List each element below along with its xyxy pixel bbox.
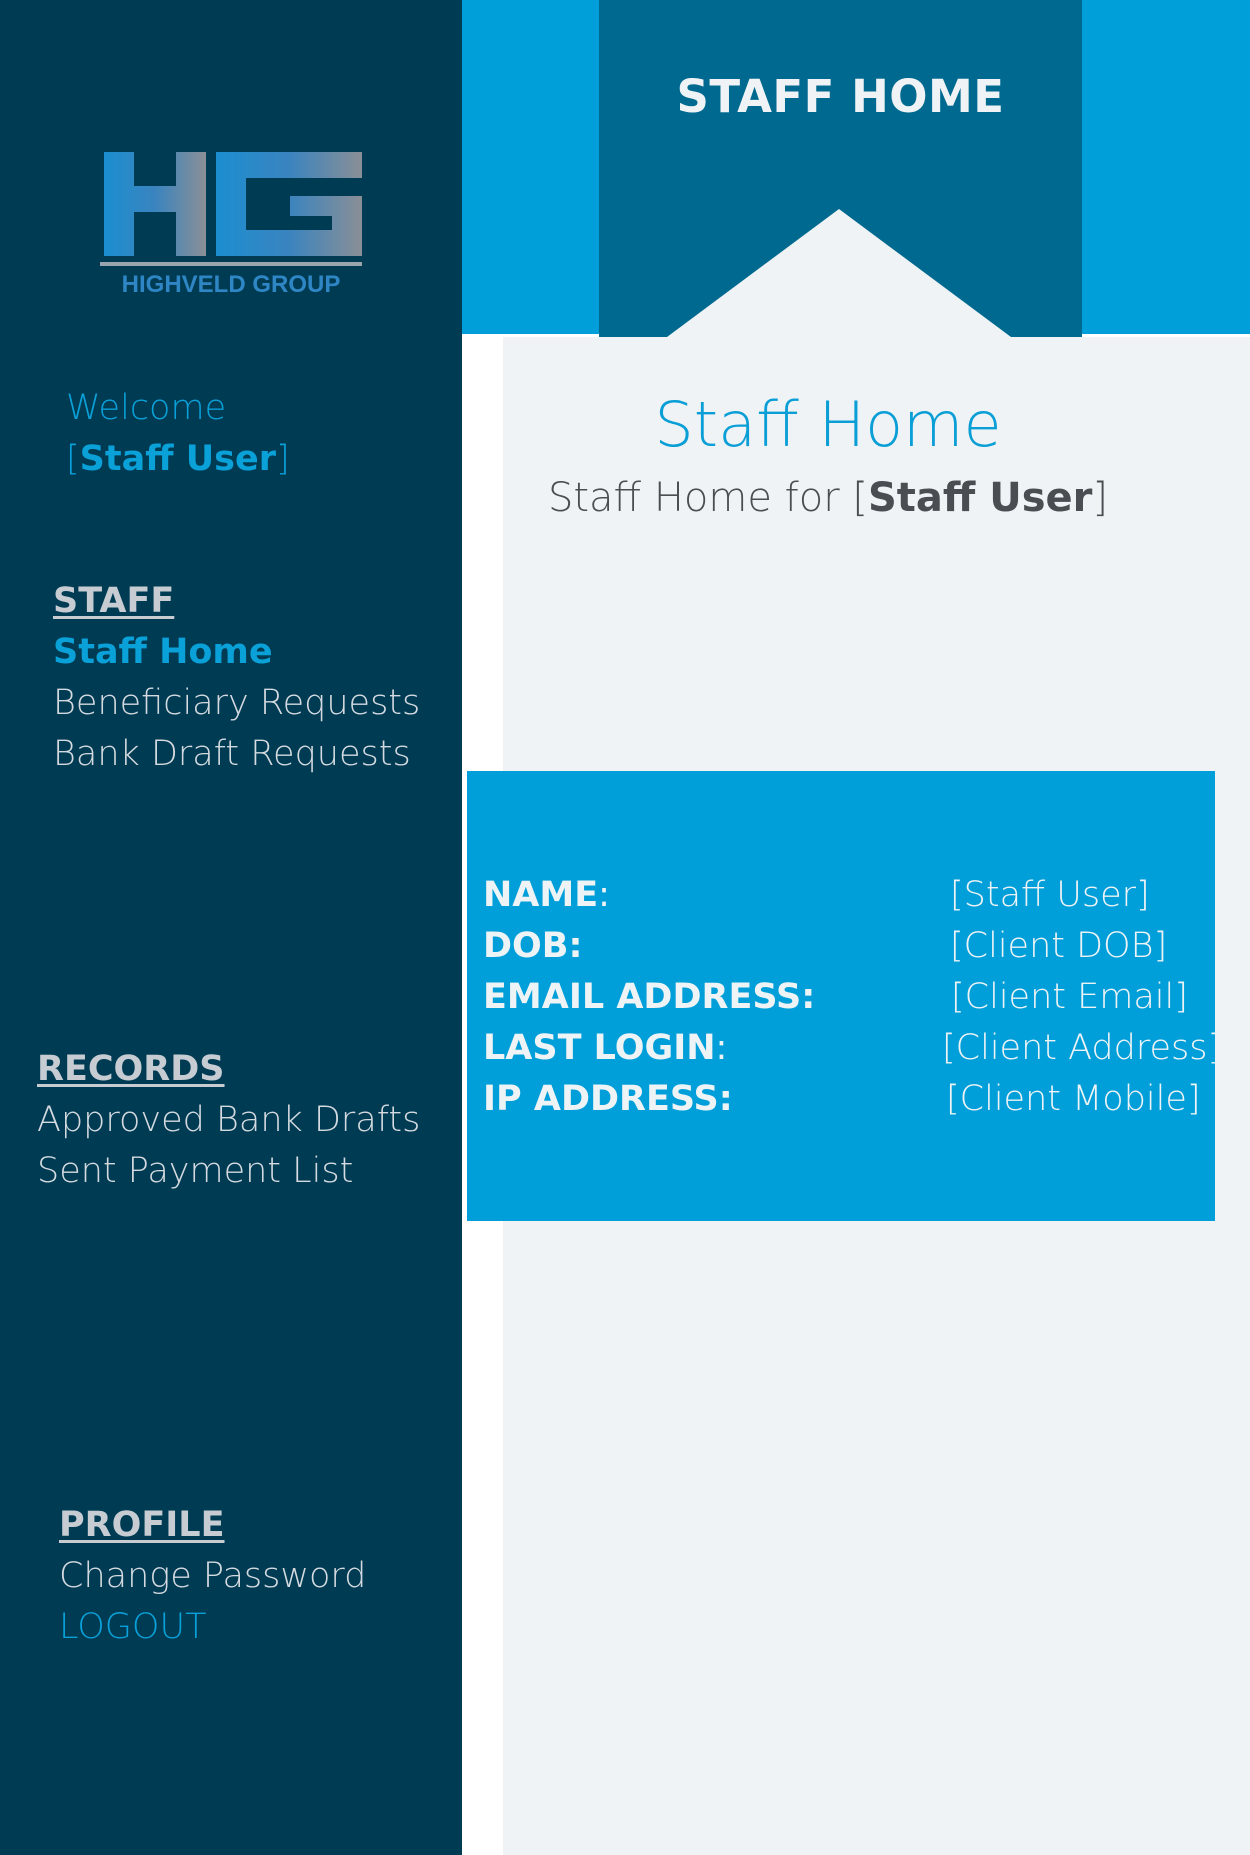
info-value-name: [Staff User] [950, 875, 1150, 915]
header-title: STAFF HOME [676, 70, 1005, 123]
page-subtitle-prefix: Staff Home for [547, 475, 840, 521]
welcome-block: Welcome [Staff User] [66, 383, 290, 485]
header-notch-shape [667, 209, 1011, 337]
nav-item-staff-home[interactable]: Staff Home [53, 627, 420, 678]
nav-item-sent-payment-list[interactable]: Sent Payment List [37, 1146, 420, 1197]
nav-section-profile: PROFILE Change Password LOGOUT [59, 1500, 366, 1653]
welcome-user: [Staff User] [66, 439, 290, 479]
welcome-user-name: Staff User [79, 439, 277, 479]
info-row-ip-address: IP ADDRESS: [Client Mobile] [483, 1074, 1203, 1125]
info-value-dob: [Client DOB] [950, 926, 1168, 966]
info-label-dob: DOB: [483, 926, 583, 966]
nav-item-approved-bank-drafts[interactable]: Approved Bank Drafts [37, 1095, 420, 1146]
info-label-name: NAME [483, 875, 599, 915]
info-value-email: [Client Email] [951, 977, 1188, 1017]
nav-item-change-password[interactable]: Change Password [59, 1551, 366, 1602]
nav-heading-records: RECORDS [37, 1049, 225, 1089]
nav-heading-staff: STAFF [53, 581, 175, 621]
logo-wordmark: HIGHVELD GROUP [122, 271, 341, 298]
page-title: Staff Home [654, 388, 1002, 461]
info-row-name: NAME: [Staff User] [483, 870, 1203, 921]
staff-info-card: NAME: [Staff User] DOB: [Client DOB] EMA… [467, 771, 1221, 1221]
info-label-last-login-colon: : [715, 1028, 728, 1068]
info-label-name-colon: : [598, 875, 610, 915]
nav-item-bank-draft-requests[interactable]: Bank Draft Requests [53, 729, 420, 780]
info-label-ip-address: IP ADDRESS: [483, 1079, 733, 1119]
info-value-ip-address: [Client Mobile] [946, 1079, 1201, 1119]
nav-item-beneficiary-requests[interactable]: Beneficiary Requests [53, 678, 420, 729]
welcome-label: Welcome [66, 388, 227, 428]
info-row-dob: DOB: [Client DOB] [483, 921, 1203, 972]
info-row-last-login: LAST LOGIN: [Client Address] [483, 1023, 1221, 1074]
logout-link[interactable]: LOGOUT [59, 1602, 366, 1653]
nav-section-records: RECORDS Approved Bank Drafts Sent Paymen… [37, 1044, 420, 1197]
info-value-last-login: [Client Address] [942, 1028, 1222, 1068]
info-label-last-login: LAST LOGIN [483, 1028, 716, 1068]
sidebar: HIGHVELD GROUP Welcome [Staff User] STAF… [0, 0, 462, 1855]
page-subtitle-user: Staff User [868, 475, 1093, 521]
info-row-email: EMAIL ADDRESS: [Client Email] [483, 972, 1203, 1023]
highveld-group-logo[interactable]: HIGHVELD GROUP [100, 150, 362, 298]
nav-section-staff: STAFF Staff Home Beneficiary Requests Ba… [53, 576, 420, 780]
nav-heading-profile: PROFILE [59, 1505, 225, 1545]
page-subtitle: Staff Home for [Staff User] [547, 475, 1109, 521]
info-label-email: EMAIL ADDRESS: [483, 977, 816, 1017]
